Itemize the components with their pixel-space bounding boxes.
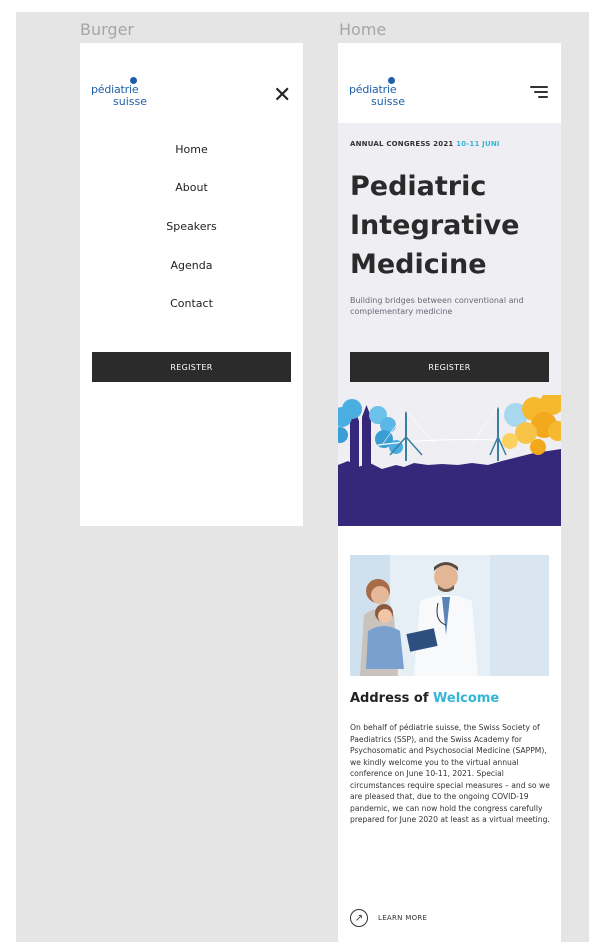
hero-subtitle: Building bridges between conventional an… [350,296,524,316]
menu-item-agenda[interactable]: Agenda [80,259,303,272]
hero-title-line: Integrative [350,210,520,241]
kicker-text: ANNUAL CONGRESS 2021 [350,140,454,148]
logo-line2: suisse [113,95,147,108]
menu-item-home[interactable]: Home [80,143,303,156]
logo-line2: suisse [371,95,405,108]
learn-more-label: LEARN MORE [378,914,428,922]
arrow-up-right-icon: ↗ [350,909,368,927]
burger-artboard: pédiatrie suisse ✕ Home About Speakers A… [80,43,303,526]
welcome-title-text: Address of [350,691,429,706]
welcome-body: On behalf of pédiatrie suisse, the Swiss… [350,723,550,824]
menu-item-about[interactable]: About [80,181,303,194]
frame-label-home: Home [339,20,387,39]
register-button[interactable]: REGISTER [350,352,549,382]
home-artboard: pédiatrie suisse ANNUAL CONGRESS 2021 10… [338,43,561,942]
menu-item-speakers[interactable]: Speakers [80,220,303,233]
learn-more-link[interactable]: ↗ LEARN MORE [350,907,427,929]
welcome-title-accent: Welcome [433,691,500,706]
welcome-title: Address of Welcome [350,691,555,706]
congress-kicker: ANNUAL CONGRESS 2021 10-11 JUNI [350,140,500,148]
skyline-illustration [338,395,561,526]
hero-title-line: Medicine [350,249,487,280]
close-icon[interactable]: ✕ [273,84,291,106]
hero-title: Pediatric Integrative Medicine [350,167,555,284]
doctor-family-photo [350,555,549,676]
hero-title-line: Pediatric [350,171,487,202]
menu-item-contact[interactable]: Contact [80,297,303,310]
register-button[interactable]: REGISTER [92,352,291,382]
logo[interactable]: pédiatrie suisse [91,77,153,111]
frame-label-burger: Burger [80,20,134,39]
kicker-dates: 10-11 JUNI [456,140,500,148]
hamburger-menu-icon[interactable] [530,86,548,100]
logo[interactable]: pédiatrie suisse [349,77,411,111]
